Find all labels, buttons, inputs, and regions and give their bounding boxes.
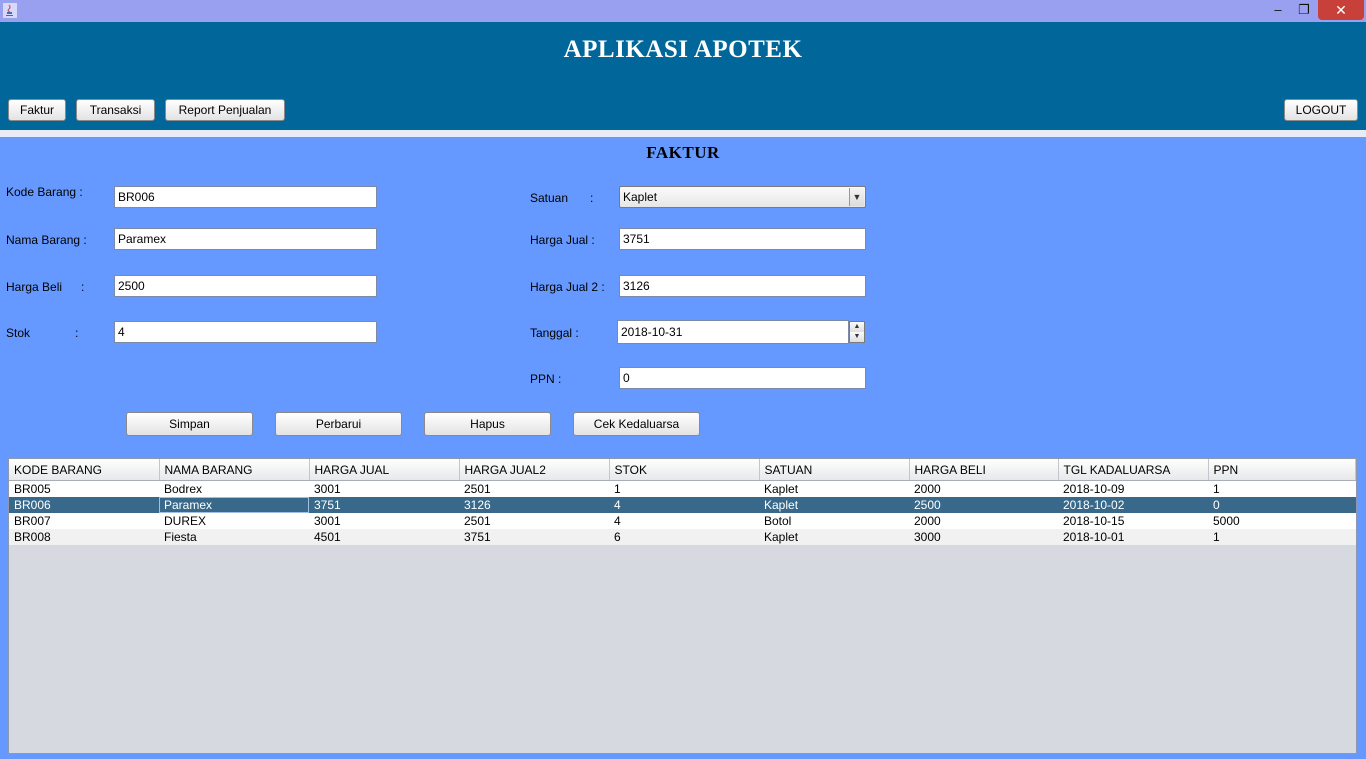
tanggal-date-input[interactable]: 2018-10-31: [617, 320, 849, 344]
harga-beli-label: Harga Beli: [6, 280, 63, 294]
column-header[interactable]: PPN: [1208, 459, 1356, 481]
nav-transaksi-button[interactable]: Transaksi: [76, 99, 155, 121]
table-row[interactable]: BR008 Fiesta 4501 3751 6 Kaplet 3000 2018-10-01…: [9, 529, 1356, 545]
table-cell[interactable]: Bodrex: [159, 480, 309, 497]
table-cell[interactable]: Botol: [759, 513, 909, 529]
table-cell[interactable]: Kaplet: [759, 480, 909, 497]
table-cell[interactable]: 5000: [1208, 513, 1356, 529]
nama-barang-input[interactable]: Paramex: [114, 228, 377, 250]
ppn-label: PPN :: [530, 372, 562, 386]
table-cell[interactable]: 3751: [459, 529, 609, 545]
harga-beli-input[interactable]: 2500: [114, 275, 377, 297]
table-cell[interactable]: Kaplet: [759, 497, 909, 513]
table-cell[interactable]: BR006: [9, 497, 159, 513]
harga-beli-colon: :: [81, 280, 85, 294]
harga-jual2-input[interactable]: 3126: [619, 275, 866, 297]
form-title: FAKTUR: [646, 143, 720, 162]
faktur-table[interactable]: KODE BARANG NAMA BARANG HARGA JUAL HARGA JU…: [8, 458, 1357, 754]
table-row[interactable]: BR007 DUREX 3001 2501 4 Botol 2000 2018-10-15 50…: [9, 513, 1356, 529]
table-cell[interactable]: 2018-10-15: [1058, 513, 1208, 529]
stok-input[interactable]: 4: [114, 321, 377, 343]
table-cell[interactable]: 3001: [309, 480, 459, 497]
harga-jual2-label: Harga Jual 2 :: [530, 280, 605, 294]
table-row[interactable]: BR005 Bodrex 3001 2501 1 Kaplet 2000 2018-10-09…: [9, 480, 1356, 497]
nama-barang-label: Nama Barang :: [6, 233, 87, 247]
column-header[interactable]: SATUAN: [759, 459, 910, 481]
table-cell[interactable]: 3126: [459, 497, 609, 513]
table-cell[interactable]: BR005: [9, 480, 159, 497]
table-cell[interactable]: Fiesta: [159, 529, 309, 545]
java-coffee-icon: [3, 3, 17, 18]
maximize-button[interactable]: ❐: [1292, 0, 1316, 20]
close-button[interactable]: ✕: [1318, 0, 1364, 20]
table-cell[interactable]: 3001: [309, 513, 459, 529]
table-cell[interactable]: 4501: [309, 529, 459, 545]
tanggal-spinner: ▲ ▼: [849, 321, 865, 343]
table-cell[interactable]: 1: [609, 480, 759, 497]
table-cell[interactable]: 0: [1208, 497, 1356, 513]
harga-jual-label: Harga Jual :: [530, 233, 595, 247]
table-cell[interactable]: 4: [609, 513, 759, 529]
table-cell[interactable]: BR008: [9, 529, 159, 545]
column-header[interactable]: HARGA JUAL: [309, 459, 460, 481]
stok-label: Stok: [6, 326, 31, 340]
table-row[interactable]: BR006 Paramex 3751 3126 4 Kaplet 2500 2018-10-0…: [9, 497, 1356, 513]
table-cell[interactable]: 1: [1208, 529, 1356, 545]
column-header[interactable]: HARGA BELI: [909, 459, 1059, 481]
table-cell[interactable]: 2018-10-09: [1058, 480, 1208, 497]
kode-barang-input[interactable]: BR006: [114, 186, 377, 208]
column-header[interactable]: TGL KADALUARSA: [1058, 459, 1209, 481]
data-table: KODE BARANG NAMA BARANG HARGA JUAL HARGA JU…: [9, 459, 1356, 545]
spinner-down-icon[interactable]: ▼: [850, 332, 864, 342]
column-header[interactable]: STOK: [609, 459, 760, 481]
column-header[interactable]: KODE BARANG: [9, 459, 160, 481]
header-separator: [0, 130, 1366, 137]
nav-report-penjualan-button[interactable]: Report Penjualan: [165, 99, 285, 121]
table-cell[interactable]: 2000: [909, 480, 1058, 497]
table-cell[interactable]: BR007: [9, 513, 159, 529]
app-title: APLIKASI APOTEK: [563, 36, 803, 63]
table-cell[interactable]: 2500: [909, 497, 1058, 513]
ppn-input[interactable]: 0: [619, 367, 866, 389]
satuan-colon: :: [590, 191, 594, 205]
chevron-down-icon[interactable]: ▼: [849, 188, 864, 206]
window-title-bar: – ❐ ✕: [0, 0, 1366, 22]
table-cell[interactable]: 3751: [309, 497, 459, 513]
kode-barang-label: Kode Barang :: [6, 185, 83, 199]
hapus-button[interactable]: Hapus: [424, 412, 551, 436]
table-cell[interactable]: 6: [609, 529, 759, 545]
table-cell[interactable]: DUREX: [159, 513, 309, 529]
table-cell[interactable]: 4: [609, 497, 759, 513]
app-header: APLIKASI APOTEK Faktur Transaksi Report …: [0, 22, 1366, 130]
satuan-select[interactable]: Kaplet ▼: [619, 186, 866, 208]
table-cell[interactable]: 2501: [459, 513, 609, 529]
perbarui-button[interactable]: Perbarui: [275, 412, 402, 436]
satuan-label: Satuan: [530, 191, 569, 205]
table-cell[interactable]: 3000: [909, 529, 1058, 545]
table-cell[interactable]: 2501: [459, 480, 609, 497]
tanggal-label: Tanggal :: [530, 326, 579, 340]
table-cell[interactable]: Paramex: [159, 497, 309, 513]
table-cell[interactable]: 1: [1208, 480, 1356, 497]
harga-jual-input[interactable]: 3751: [619, 228, 866, 250]
column-header[interactable]: HARGA JUAL2: [459, 459, 610, 481]
stok-colon: :: [75, 326, 79, 340]
table-cell[interactable]: 2018-10-02: [1058, 497, 1208, 513]
table-cell[interactable]: 2018-10-01: [1058, 529, 1208, 545]
table-header-row: KODE BARANG NAMA BARANG HARGA JUAL HARGA JU…: [9, 459, 1356, 481]
logout-button[interactable]: LOGOUT: [1284, 99, 1358, 121]
satuan-selected-value: Kaplet: [623, 190, 658, 204]
minimize-button[interactable]: –: [1266, 0, 1290, 20]
table-cell[interactable]: 2000: [909, 513, 1058, 529]
table-cell[interactable]: Kaplet: [759, 529, 909, 545]
column-header[interactable]: NAMA BARANG: [159, 459, 310, 481]
simpan-button[interactable]: Simpan: [126, 412, 253, 436]
cek-kedaluarsa-button[interactable]: Cek Kedaluarsa: [573, 412, 700, 436]
nav-faktur-button[interactable]: Faktur: [8, 99, 66, 121]
